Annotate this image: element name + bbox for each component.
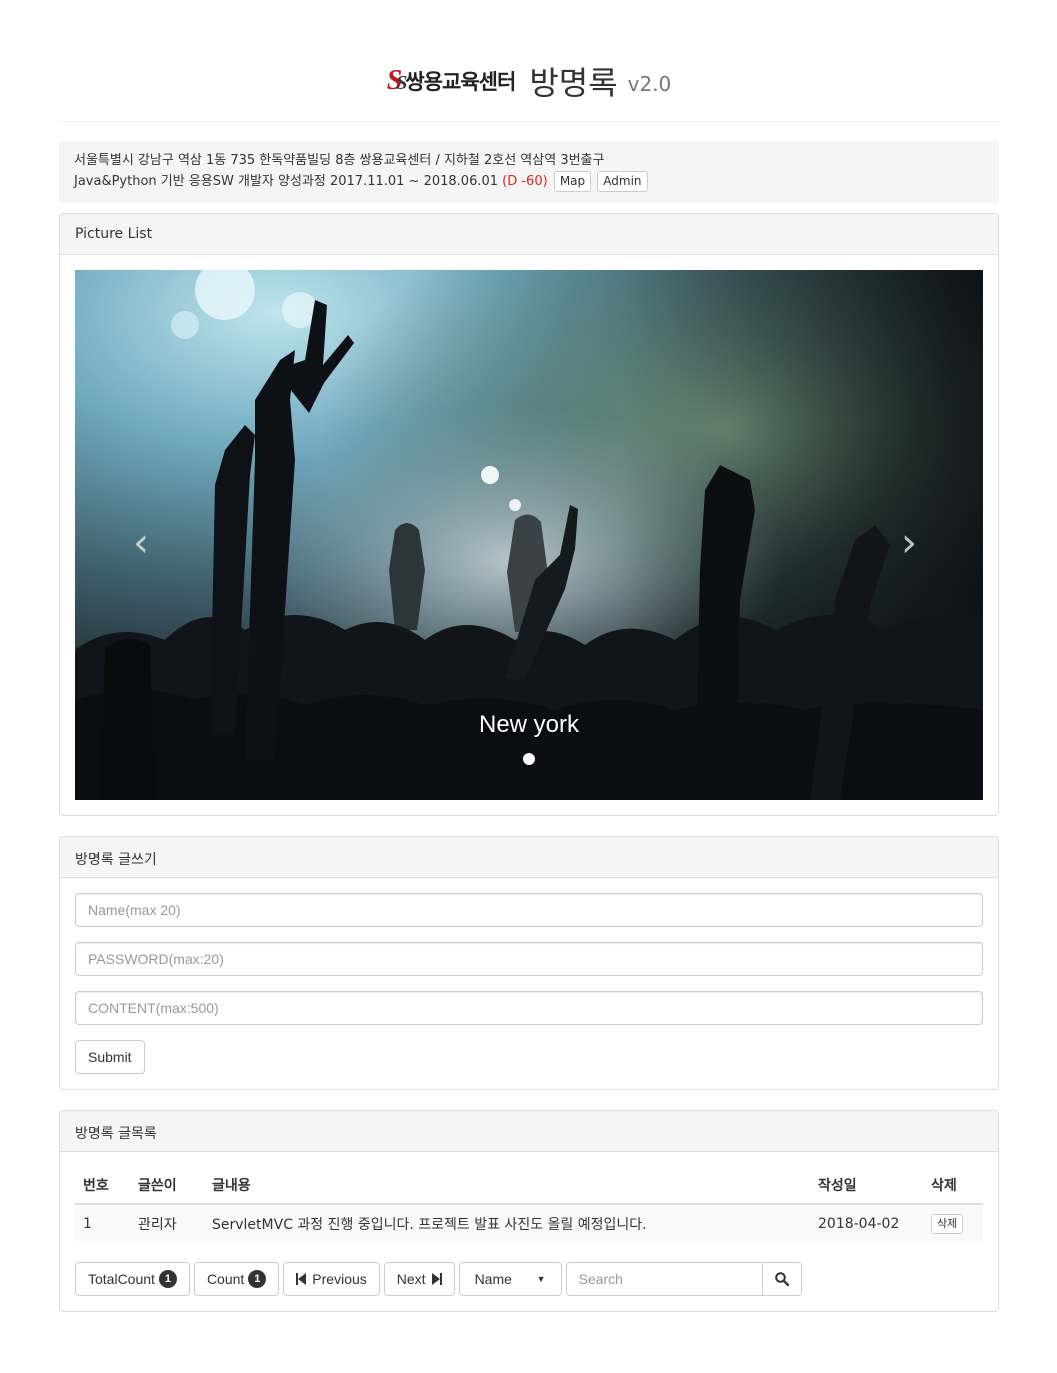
admin-button[interactable]: Admin [597, 171, 648, 192]
search-group [565, 1262, 802, 1296]
column-header-content: 글내용 [204, 1167, 810, 1205]
info-bar: 서울특별시 강남구 역삼 1동 735 한독약품빌딩 8층 쌍용교육센터 / 지… [59, 141, 999, 203]
picture-list-heading: Picture List [60, 214, 998, 255]
picture-list-body: ‹ › New york [60, 255, 998, 815]
name-input[interactable] [75, 893, 983, 927]
total-count-badge: 1 [158, 1270, 177, 1288]
search-button[interactable] [761, 1262, 802, 1296]
row-author: 관리자 [130, 1204, 204, 1242]
count-button[interactable]: Count 1 [193, 1262, 280, 1296]
select-value: Name [474, 1271, 512, 1287]
table-row: 1 관리자 ServletMVC 과정 진행 중입니다. 프로젝트 발표 사진도… [75, 1204, 983, 1242]
submit-button[interactable]: Submit [75, 1040, 145, 1074]
table-header-row: 번호 글쓴이 글내용 작성일 삭제 [75, 1167, 983, 1205]
total-count-label: TotalCount [88, 1271, 155, 1287]
row-content: ServletMVC 과정 진행 중입니다. 프로젝트 발표 사진도 올릴 예정… [204, 1204, 810, 1242]
total-count-button[interactable]: TotalCount 1 [75, 1262, 190, 1296]
write-panel-body: Submit [60, 878, 998, 1089]
search-field-select[interactable]: Name ▼ [458, 1262, 562, 1296]
previous-button[interactable]: Previous [283, 1262, 380, 1296]
list-panel-body: 번호 글쓴이 글내용 작성일 삭제 1 관리자 ServletMVC 과정 진행… [60, 1152, 998, 1311]
next-label: Next [396, 1271, 426, 1287]
previous-label: Previous [312, 1271, 367, 1287]
logo: SS 쌍용교육센터 [386, 64, 517, 97]
count-label: Count [206, 1271, 245, 1287]
address-text: 서울특별시 강남구 역삼 1동 735 한독약품빌딩 8층 쌍용교육센터 / 지… [74, 153, 605, 168]
column-header-no: 번호 [75, 1167, 130, 1205]
row-delete-cell: 삭제 [923, 1204, 983, 1242]
guestbook-list-panel: 방명록 글목록 번호 글쓴이 글내용 작성일 삭제 1 관리자 ServletM… [59, 1110, 999, 1312]
step-backward-icon [296, 1273, 307, 1285]
logo-text: 쌍용교육센터 [405, 69, 516, 94]
dropdown-arrow-icon: ▼ [536, 1274, 546, 1284]
map-button[interactable]: Map [553, 171, 592, 192]
row-no: 1 [75, 1204, 130, 1242]
image-carousel[interactable]: ‹ › New york [75, 270, 983, 800]
search-icon [774, 1272, 789, 1286]
search-input[interactable] [565, 1262, 762, 1296]
version-label: v2.0 [627, 71, 672, 96]
password-input[interactable] [75, 942, 983, 976]
carousel-caption: New york [478, 711, 580, 738]
logo-mark: SS [386, 64, 408, 96]
dday-text: (D -60) [502, 174, 548, 189]
column-header-delete: 삭제 [923, 1167, 983, 1205]
column-header-date: 작성일 [810, 1167, 923, 1205]
content-input[interactable] [75, 991, 983, 1025]
list-toolbar: TotalCount 1 Count 1 Previous Next Name … [75, 1262, 983, 1296]
list-panel-heading: 방명록 글목록 [60, 1111, 998, 1152]
count-badge: 1 [248, 1270, 267, 1288]
write-panel-heading: 방명록 글쓰기 [60, 837, 998, 878]
page-container: SS 쌍용교육센터 방명록 v2.0 서울특별시 강남구 역삼 1동 735 한… [59, 40, 999, 1312]
page-header: SS 쌍용교육센터 방명록 v2.0 [59, 40, 999, 122]
chevron-right-icon[interactable]: › [901, 520, 917, 566]
row-date: 2018-04-02 [810, 1204, 923, 1242]
column-header-author: 글쓴이 [130, 1167, 204, 1205]
page-title: 방명록 [529, 63, 618, 102]
delete-button[interactable]: 삭제 [931, 1213, 964, 1234]
course-line: Java&Python 기반 응용SW 개발자 양성과정 2017.11.01 … [74, 171, 984, 192]
next-button[interactable]: Next [383, 1262, 455, 1296]
course-text: Java&Python 기반 응용SW 개발자 양성과정 2017.11.01 … [74, 174, 499, 189]
guestbook-table: 번호 글쓴이 글내용 작성일 삭제 1 관리자 ServletMVC 과정 진행… [75, 1167, 983, 1242]
guestbook-write-panel: 방명록 글쓰기 Submit [59, 836, 999, 1090]
picture-list-panel: Picture List ‹ › New york [59, 213, 999, 816]
chevron-left-icon[interactable]: ‹ [133, 520, 149, 566]
step-forward-icon [431, 1273, 442, 1285]
carousel-indicator[interactable] [523, 753, 535, 765]
